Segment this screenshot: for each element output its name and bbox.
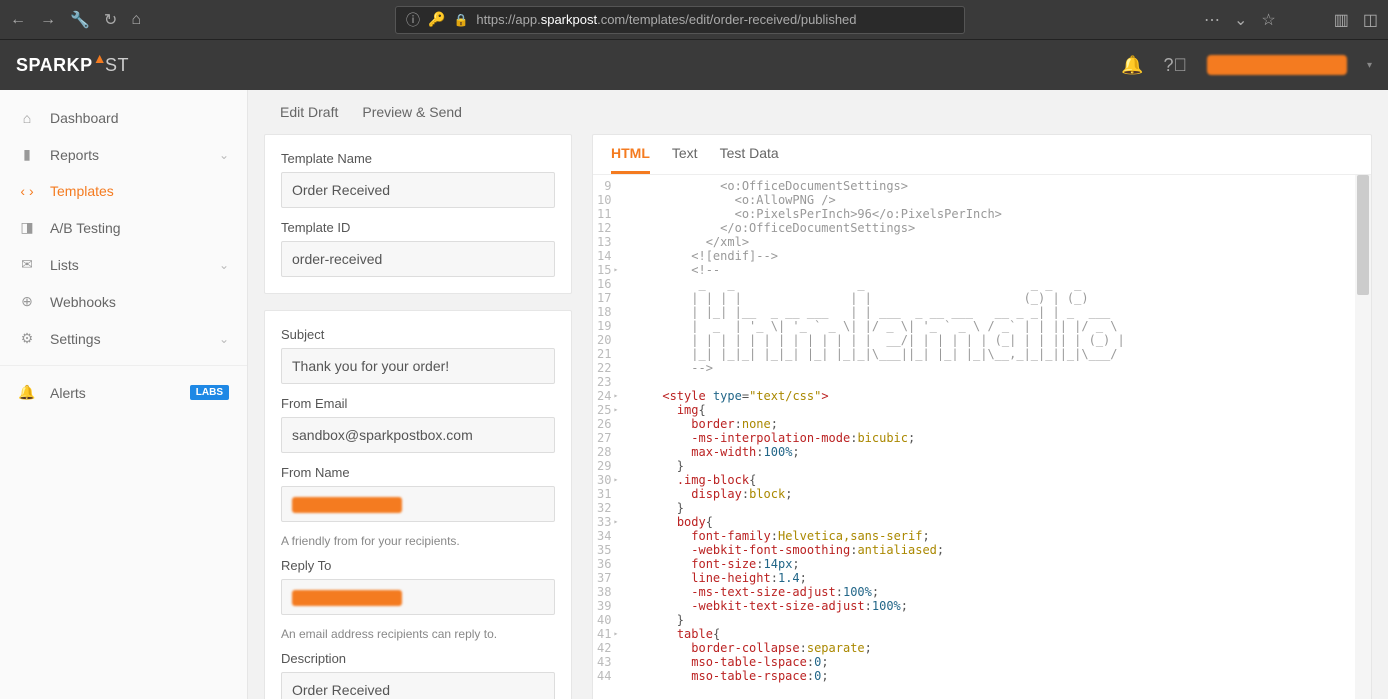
template-meta-card: Template Name Order Received Template ID… xyxy=(264,134,572,294)
user-menu[interactable] xyxy=(1207,55,1347,75)
input-description[interactable]: Order Received xyxy=(281,672,555,699)
url-text: https://app.sparkpost.com/templates/edit… xyxy=(476,12,856,27)
wrench-icon[interactable]: 🔧 xyxy=(70,10,90,30)
forward-icon[interactable]: → xyxy=(40,11,56,29)
sidebar-item-a-b-testing[interactable]: ◨ A/B Testing xyxy=(0,209,247,246)
sidebar-icon: ▮ xyxy=(18,146,36,163)
label-template-name: Template Name xyxy=(281,151,555,166)
sidebar-item-label: A/B Testing xyxy=(50,220,121,236)
code-content[interactable]: <o:OfficeDocumentSettings> <o:AllowPNG /… xyxy=(625,175,1355,699)
scrollbar-thumb[interactable] xyxy=(1357,175,1369,295)
tab-preview-send[interactable]: Preview & Send xyxy=(362,104,462,120)
pocket-icon[interactable]: ⌄ xyxy=(1234,10,1247,30)
browser-nav: ← → 🔧 ↻ ⌂ xyxy=(10,10,141,30)
sidebar-icon: ⌂ xyxy=(18,110,36,126)
lock-icon: 🔒 xyxy=(453,13,468,27)
sidebar: ⌂ Dashboard ▮ Reports ⌄ ‹ › Templates ◨ A/B Test… xyxy=(0,90,248,699)
code-editor-card: HTML Text Test Data 91011121314151617181… xyxy=(592,134,1372,699)
logo[interactable]: SPARKP▲ST xyxy=(16,55,129,76)
sidebar-item-label: Lists xyxy=(50,257,79,273)
sidebar-item-templates[interactable]: ‹ › Templates xyxy=(0,173,247,209)
sidebar-item-lists[interactable]: ✉ Lists ⌄ xyxy=(0,246,247,283)
reload-icon[interactable]: ↻ xyxy=(104,10,117,30)
sidebar-icon: ‹ › xyxy=(18,183,36,199)
help-icon[interactable]: ?⃝ xyxy=(1163,55,1187,76)
bell-icon[interactable]: 🔔 xyxy=(1121,55,1143,76)
scrollbar[interactable] xyxy=(1355,175,1371,699)
sidebar-icon: ⚙ xyxy=(18,330,36,347)
sidebar-item-webhooks[interactable]: ⊕ Webhooks xyxy=(0,283,247,320)
chevron-down-icon: ⌄ xyxy=(219,148,229,162)
home-icon[interactable]: ⌂ xyxy=(131,11,141,29)
input-template-id[interactable]: order-received xyxy=(281,241,555,277)
key-icon[interactable]: 🔑 xyxy=(428,11,445,28)
label-from-email: From Email xyxy=(281,396,555,411)
chevron-down-icon: ⌄ xyxy=(219,258,229,272)
code-tab-html[interactable]: HTML xyxy=(611,145,650,174)
chevron-down-icon[interactable]: ▾ xyxy=(1367,60,1372,71)
template-details-card: Subject Thank you for your order! From E… xyxy=(264,310,572,699)
sidebar-icon: ◨ xyxy=(18,219,36,236)
bookmark-icon[interactable]: ☆ xyxy=(1261,10,1275,30)
input-template-name[interactable]: Order Received xyxy=(281,172,555,208)
code-tabs: HTML Text Test Data xyxy=(593,135,1371,175)
app-header: SPARKP▲ST 🔔 ?⃝ ▾ xyxy=(0,40,1388,90)
url-bar[interactable]: ⓘ 🔑 🔒 https://app.sparkpost.com/template… xyxy=(395,6,965,34)
code-tab-text[interactable]: Text xyxy=(672,145,698,174)
code-editor[interactable]: 9101112131415161718192021222324252627282… xyxy=(593,175,1371,699)
sidebar-item-settings[interactable]: ⚙ Settings ⌄ xyxy=(0,320,247,357)
sidebar-item-dashboard[interactable]: ⌂ Dashboard xyxy=(0,100,247,136)
main-content: Edit Draft Preview & Send Template Name … xyxy=(248,90,1388,699)
browser-right: ⋯ ⌄ ☆ ▥ ◫ xyxy=(1204,10,1378,30)
browser-chrome: ← → 🔧 ↻ ⌂ ⓘ 🔑 🔒 https://app.sparkpost.co… xyxy=(0,0,1388,40)
help-reply-to: An email address recipients can reply to… xyxy=(281,627,555,641)
label-reply-to: Reply To xyxy=(281,558,555,573)
label-description: Description xyxy=(281,651,555,666)
sidebar-item-label: Reports xyxy=(50,147,99,163)
label-from-name: From Name xyxy=(281,465,555,480)
label-template-id: Template ID xyxy=(281,220,555,235)
bell-icon: 🔔 xyxy=(18,384,36,401)
sidebar-icon: ⊕ xyxy=(18,293,36,310)
library-icon[interactable]: ▥ xyxy=(1334,10,1349,30)
sidebar-item-label: Templates xyxy=(50,183,114,199)
labs-badge: LABS xyxy=(190,385,229,400)
form-column: Template Name Order Received Template ID… xyxy=(264,134,572,699)
input-subject[interactable]: Thank you for your order! xyxy=(281,348,555,384)
info-icon[interactable]: ⓘ xyxy=(406,10,420,30)
back-icon[interactable]: ← xyxy=(10,11,26,29)
chevron-down-icon: ⌄ xyxy=(219,332,229,346)
tab-edit-draft[interactable]: Edit Draft xyxy=(280,104,338,120)
page-tabs: Edit Draft Preview & Send xyxy=(248,90,1388,134)
sidebar-item-label: Alerts xyxy=(50,385,86,401)
sidebar-item-label: Settings xyxy=(50,331,101,347)
help-from-name: A friendly from for your recipients. xyxy=(281,534,555,548)
line-gutter: 9101112131415161718192021222324252627282… xyxy=(593,175,625,699)
sidebar-icon[interactable]: ◫ xyxy=(1363,10,1378,30)
more-icon[interactable]: ⋯ xyxy=(1204,10,1220,30)
sidebar-item-label: Webhooks xyxy=(50,294,116,310)
input-from-email[interactable]: sandbox@sparkpostbox.com xyxy=(281,417,555,453)
sidebar-item-reports[interactable]: ▮ Reports ⌄ xyxy=(0,136,247,173)
input-reply-to[interactable] xyxy=(281,579,555,615)
code-tab-test-data[interactable]: Test Data xyxy=(720,145,779,174)
input-from-name[interactable] xyxy=(281,486,555,522)
sidebar-item-label: Dashboard xyxy=(50,110,119,126)
sidebar-icon: ✉ xyxy=(18,256,36,273)
label-subject: Subject xyxy=(281,327,555,342)
sidebar-item-alerts[interactable]: 🔔 Alerts LABS xyxy=(0,374,247,411)
